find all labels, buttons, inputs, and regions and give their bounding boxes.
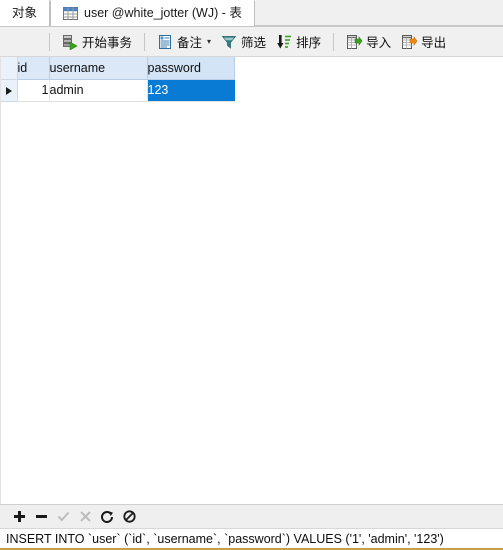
filter-button[interactable]: 筛选 (216, 30, 271, 54)
data-grid-area[interactable]: id username password 1 admin 123 (0, 57, 503, 504)
cell-username[interactable]: admin (49, 79, 148, 102)
transaction-icon (62, 34, 78, 51)
toolbar-divider-2 (144, 32, 146, 51)
delete-record-icon[interactable] (30, 507, 52, 527)
cell-id[interactable]: 1 (17, 79, 50, 102)
sort-label: 排序 (296, 36, 322, 50)
export-button[interactable]: 导出 (396, 30, 451, 54)
stop-icon[interactable] (118, 507, 140, 527)
export-label: 导出 (421, 36, 447, 50)
data-grid: id username password 1 admin 123 (1, 57, 235, 102)
grid-header-row: id username password (1, 57, 235, 80)
toolbar-divider (49, 32, 50, 51)
sort-button[interactable]: 排序 (271, 30, 326, 54)
current-row-arrow-icon (5, 86, 12, 95)
tab-bar-filler (254, 0, 503, 26)
export-orange-arrow-icon (401, 34, 418, 50)
chevron-down-icon[interactable]: ▾ (207, 37, 211, 46)
import-green-arrow-icon (346, 34, 363, 50)
note-document-icon (157, 34, 173, 50)
note-label: 备注 (177, 36, 203, 50)
column-header-id[interactable]: id (17, 57, 50, 80)
column-header-username[interactable]: username (49, 57, 148, 80)
sql-statement-text: INSERT INTO `user` (`id`, `username`, `p… (6, 531, 444, 546)
add-record-icon[interactable] (8, 507, 30, 527)
row-marker-cell[interactable] (1, 79, 18, 102)
apply-change-icon (52, 507, 74, 527)
navicat-table-window: 对象 user @white_jotter (WJ) - 表 开始事务 备注 ▾… (0, 0, 503, 550)
table-row[interactable]: 1 admin 123 (1, 79, 235, 102)
start-transaction-button[interactable]: 开始事务 (57, 30, 137, 54)
import-label: 导入 (366, 36, 392, 50)
table-grid-icon (63, 7, 79, 20)
sql-status-bar: INSERT INTO `user` (`id`, `username`, `p… (0, 528, 503, 550)
filter-label: 筛选 (241, 36, 267, 50)
grid-body: 1 admin 123 (1, 79, 235, 102)
tab-objects[interactable]: 对象 (0, 0, 51, 26)
table-toolbar: 开始事务 备注 ▾ 筛选 排序 导入 导出 (0, 27, 503, 57)
import-button[interactable]: 导入 (341, 30, 396, 54)
column-header-password[interactable]: password (147, 57, 235, 80)
note-button[interactable]: 备注 ▾ (152, 30, 216, 54)
cell-password[interactable]: 123 (147, 79, 235, 102)
refresh-icon[interactable] (96, 507, 118, 527)
funnel-filter-icon (221, 34, 237, 50)
tab-user-table-label: user @white_jotter (WJ) - 表 (84, 6, 242, 21)
sort-descending-icon (276, 34, 292, 50)
toolbar-divider-3 (333, 32, 335, 51)
record-navigation-bar (0, 504, 503, 528)
tab-objects-label: 对象 (12, 6, 38, 21)
tab-bar: 对象 user @white_jotter (WJ) - 表 (0, 0, 503, 27)
start-transaction-label: 开始事务 (82, 36, 133, 50)
cancel-change-icon (74, 507, 96, 527)
grid-corner-cell (1, 57, 18, 80)
tab-user-table[interactable]: user @white_jotter (WJ) - 表 (50, 0, 255, 26)
